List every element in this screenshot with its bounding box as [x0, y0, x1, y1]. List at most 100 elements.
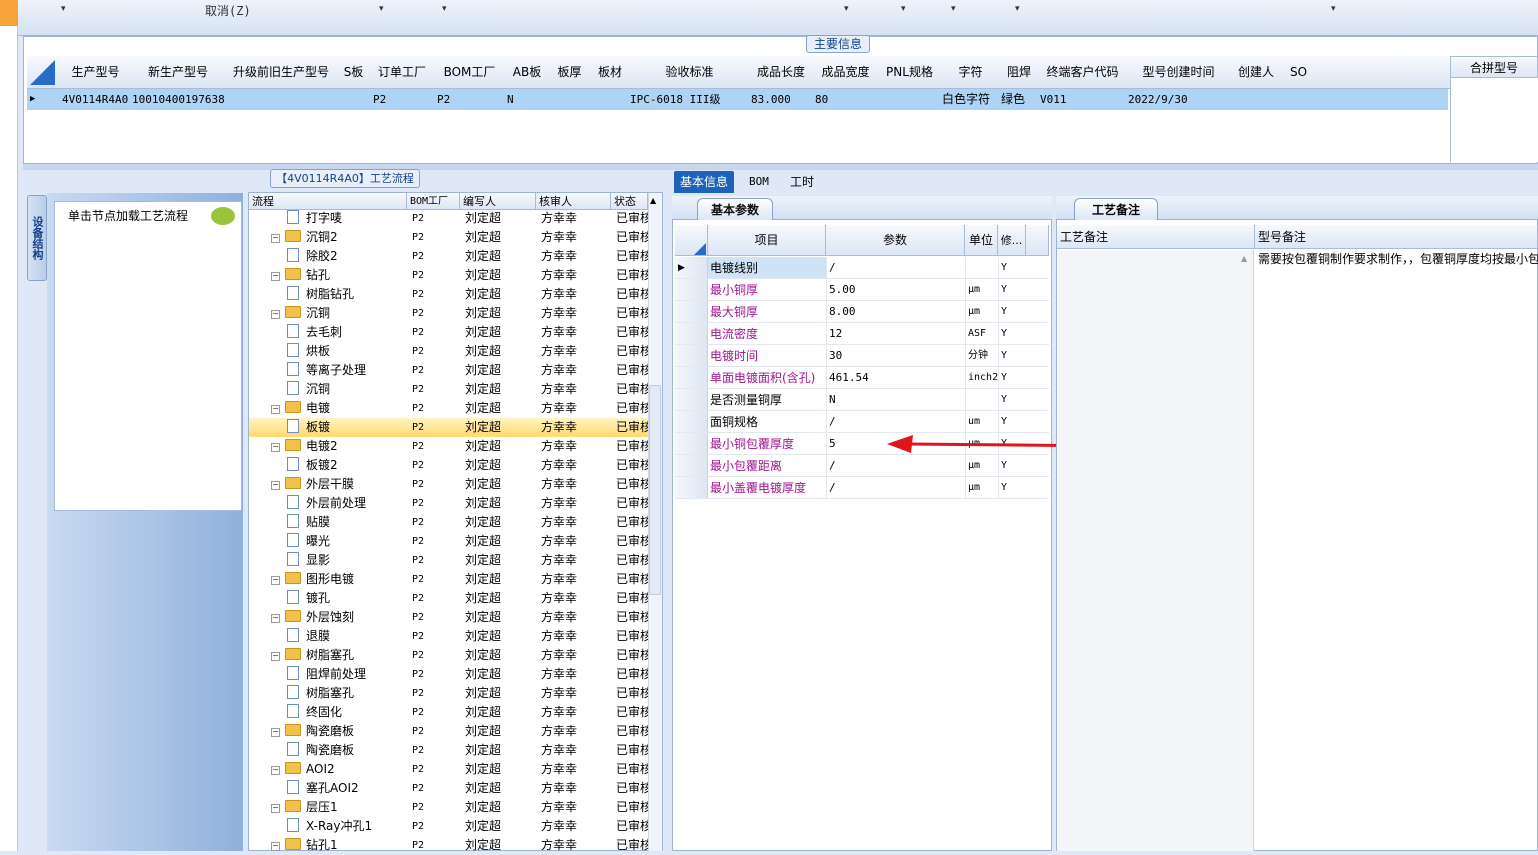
param-col-header[interactable]: 单位	[965, 225, 998, 256]
dropdown-arrow-icon[interactable]: ▾	[442, 4, 447, 14]
col-header[interactable]: S板	[337, 56, 371, 89]
col-header[interactable]: SO	[1282, 56, 1316, 89]
cell[interactable]: N	[507, 89, 514, 110]
param-value[interactable]: N	[826, 389, 965, 410]
dropdown-arrow-icon[interactable]: ▾	[379, 4, 384, 14]
tree-node[interactable]: 沉铜	[287, 380, 330, 399]
device-structure-tab[interactable]: 设备结构	[27, 195, 47, 281]
param-col-header[interactable]: 修...	[998, 225, 1026, 256]
tree-node[interactable]: − 钻孔1	[271, 836, 338, 855]
cell[interactable]: 80	[815, 89, 828, 110]
tree-row[interactable]: 沉铜 P2 刘定超 方幸幸 已审核	[249, 380, 649, 399]
remark-col-header[interactable]: 工艺备注	[1057, 225, 1255, 249]
tree-node[interactable]: 烘板	[287, 342, 330, 361]
col-header[interactable]: 终端客户代码	[1038, 56, 1128, 89]
tree-row[interactable]: 等离子处理 P2 刘定超 方幸幸 已审核	[249, 361, 649, 380]
tree-node[interactable]: 贴膜	[287, 513, 330, 532]
cell[interactable]: 绿色	[1001, 89, 1025, 110]
dropdown-arrow-icon[interactable]: ▾	[951, 4, 956, 14]
tree-row[interactable]: 板镀2 P2 刘定超 方幸幸 已审核	[249, 456, 649, 475]
tree-node[interactable]: − 外层蚀刻	[271, 608, 354, 627]
tree-node[interactable]: − 沉铜	[271, 304, 330, 323]
scrollbar-thumb[interactable]	[649, 385, 661, 595]
param-row[interactable]: 最小铜厚 5.00 μm Y	[675, 279, 1049, 301]
param-value[interactable]: 8.00	[826, 301, 965, 322]
dropdown-arrow-icon[interactable]: ▾	[1331, 4, 1336, 14]
cell[interactable]: 2022/9/30	[1128, 89, 1188, 110]
collapse-icon[interactable]: −	[271, 310, 280, 319]
collapse-icon[interactable]: −	[271, 234, 280, 243]
collapse-icon[interactable]: −	[271, 405, 280, 414]
tree-node[interactable]: 板镀2	[287, 456, 338, 475]
tree-node[interactable]: 曝光	[287, 532, 330, 551]
param-row[interactable]: 最大铜厚 8.00 μm Y	[675, 301, 1049, 323]
collapse-icon[interactable]: −	[271, 272, 280, 281]
tree-node[interactable]: − 电镀	[271, 399, 330, 418]
process-remark-field[interactable]	[1057, 250, 1254, 851]
col-header[interactable]: 阻焊	[1000, 56, 1039, 89]
tree-node[interactable]: 退膜	[287, 627, 330, 646]
param-value[interactable]: 5.00	[826, 279, 965, 300]
tree-node[interactable]: X-Ray冲孔1	[287, 817, 372, 836]
tree-node[interactable]: − 电镀2	[271, 437, 338, 456]
tree-row[interactable]: 曝光 P2 刘定超 方幸幸 已审核	[249, 532, 649, 551]
tree-row[interactable]: − 图形电镀 P2 刘定超 方幸幸 已审核	[249, 570, 649, 589]
collapse-icon[interactable]: −	[271, 804, 280, 813]
tree-node[interactable]: − AOI2	[271, 760, 335, 779]
tree-node[interactable]: − 陶瓷磨板	[271, 722, 354, 741]
tree-node[interactable]: 镀孔	[287, 589, 330, 608]
collapse-icon[interactable]: −	[271, 652, 280, 661]
tree-row[interactable]: 贴膜 P2 刘定超 方幸幸 已审核	[249, 513, 649, 532]
tree-node[interactable]: 显影	[287, 551, 330, 570]
horizontal-splitter[interactable]	[23, 164, 1538, 170]
tree-node[interactable]: 打字唛	[287, 209, 342, 228]
scroll-up-icon[interactable]: ▲	[650, 196, 656, 205]
load-process-box[interactable]	[54, 201, 242, 511]
tree-row[interactable]: 去毛刺 P2 刘定超 方幸幸 已审核	[249, 323, 649, 342]
tree-row[interactable]: 打字唛 P2 刘定超 方幸幸 已审核	[249, 209, 649, 228]
tree-node[interactable]: 树脂塞孔	[287, 684, 354, 703]
col-header[interactable]: 型号创建时间	[1127, 56, 1231, 89]
collapse-icon[interactable]: −	[271, 766, 280, 775]
tree-node[interactable]: − 外层干膜	[271, 475, 354, 494]
cell[interactable]: 10010400197638	[132, 89, 225, 110]
tree-row[interactable]: 树脂塞孔 P2 刘定超 方幸幸 已审核	[249, 684, 649, 703]
param-row[interactable]: 是否测量铜厚 N Y	[675, 389, 1049, 411]
param-value[interactable]: /	[826, 477, 965, 498]
tree-row[interactable]: 终固化 P2 刘定超 方幸幸 已审核	[249, 703, 649, 722]
tree-row[interactable]: − 钻孔1 P2 刘定超 方幸幸 已审核	[249, 836, 649, 855]
tab-work-hours[interactable]: 工时	[784, 171, 820, 193]
dropdown-arrow-icon[interactable]: ▾	[1015, 4, 1020, 14]
scroll-up-icon[interactable]: ▲	[1241, 254, 1247, 263]
cell[interactable]: 白色字符	[942, 89, 990, 110]
col-header[interactable]: 新生产型号	[131, 56, 226, 89]
tree-row[interactable]: 除胶2 P2 刘定超 方幸幸 已审核	[249, 247, 649, 266]
tree-row[interactable]: − 沉铜 P2 刘定超 方幸幸 已审核	[249, 304, 649, 323]
tree-row[interactable]: − 沉铜2 P2 刘定超 方幸幸 已审核	[249, 228, 649, 247]
tree-col-header[interactable]: BOM工厂	[407, 193, 460, 210]
tree-node[interactable]: 等离子处理	[287, 361, 366, 380]
tree-node[interactable]: 终固化	[287, 703, 342, 722]
param-row[interactable]: 电镀时间 30 分钟 Y	[675, 345, 1049, 367]
col-header[interactable]: 成品宽度	[813, 56, 879, 89]
col-header[interactable]: 字符	[941, 56, 1001, 89]
dropdown-arrow-icon[interactable]: ▾	[901, 4, 906, 14]
dropdown-arrow-icon[interactable]: ▾	[61, 4, 66, 14]
tree-col-header[interactable]: 流程	[249, 193, 407, 210]
tree-row[interactable]: 外层前处理 P2 刘定超 方幸幸 已审核	[249, 494, 649, 513]
param-value[interactable]: 12	[826, 323, 965, 344]
col-header[interactable]: 验收标准	[630, 56, 750, 89]
tree-node[interactable]: 去毛刺	[287, 323, 342, 342]
tree-row[interactable]: 退膜 P2 刘定超 方幸幸 已审核	[249, 627, 649, 646]
param-value[interactable]: /	[826, 257, 965, 278]
param-row[interactable]: 单面电镀面积(含孔) 461.54 inch2 Y	[675, 367, 1049, 389]
tree-row[interactable]: − 层压1 P2 刘定超 方幸幸 已审核	[249, 798, 649, 817]
collapse-icon[interactable]: −	[271, 443, 280, 452]
remarks-tab[interactable]: 工艺备注	[1074, 198, 1158, 220]
cancel-button[interactable]: 取消(Z)	[205, 2, 251, 19]
tree-col-header[interactable]: 编写人	[460, 193, 536, 210]
col-header[interactable]: 升级前旧生产型号	[225, 56, 338, 89]
remark-col-header[interactable]: 型号备注	[1255, 225, 1538, 249]
tree-row[interactable]: 显影 P2 刘定超 方幸幸 已审核	[249, 551, 649, 570]
tree-row[interactable]: 阻焊前处理 P2 刘定超 方幸幸 已审核	[249, 665, 649, 684]
